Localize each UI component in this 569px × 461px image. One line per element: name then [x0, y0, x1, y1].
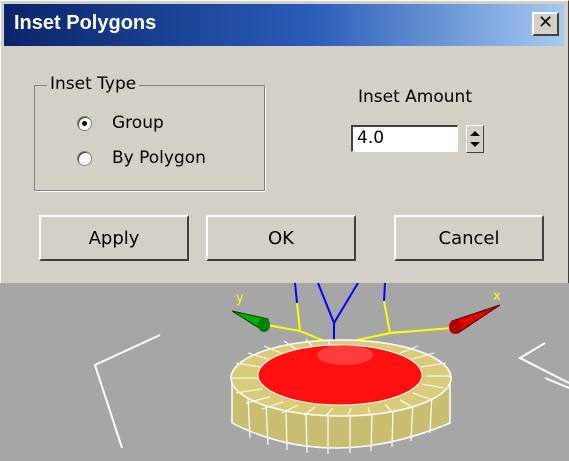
- spinner-up-icon[interactable]: [470, 131, 480, 136]
- y-axis-label: y: [236, 291, 244, 306]
- viewport-scene: y x: [93, 283, 569, 454]
- by-polygon-radio[interactable]: [77, 150, 92, 166]
- ok-button-label: OK: [268, 227, 294, 249]
- ok-button[interactable]: OK: [206, 215, 356, 261]
- close-icon: ✕: [537, 12, 554, 33]
- transform-gizmo: [266, 283, 453, 346]
- group-radio-label[interactable]: Group: [112, 113, 164, 133]
- inset-type-group: Inset Type Group By Polygon: [34, 74, 265, 191]
- cancel-button-label: Cancel: [438, 227, 500, 249]
- inset-type-label: Inset Type: [47, 74, 140, 94]
- inset-amount-label: Inset Amount: [358, 87, 472, 107]
- radio-option-group[interactable]: Group: [77, 111, 164, 135]
- spinner-down-icon[interactable]: [470, 142, 480, 147]
- title-bar[interactable]: Inset Polygons ✕: [4, 4, 564, 46]
- inset-amount-input[interactable]: [353, 127, 447, 149]
- group-radio[interactable]: [77, 115, 92, 131]
- by-polygon-radio-label[interactable]: By Polygon: [112, 148, 206, 168]
- cancel-button[interactable]: Cancel: [394, 215, 544, 261]
- cylinder-mesh: [230, 338, 452, 454]
- inset-amount-spinner[interactable]: [466, 125, 484, 153]
- x-axis-label: x: [493, 289, 501, 304]
- dialog-title: Inset Polygons: [14, 12, 157, 34]
- radio-option-by-polygon[interactable]: By Polygon: [77, 146, 206, 170]
- apply-button-label: Apply: [88, 227, 140, 249]
- apply-button[interactable]: Apply: [39, 215, 189, 261]
- x-axis-arrow: x: [449, 289, 501, 334]
- y-axis-arrow: y: [231, 291, 270, 332]
- inset-amount-field[interactable]: [351, 125, 458, 152]
- inset-polygons-dialog: Inset Polygons ✕ Inset Type Group By Pol…: [0, 0, 569, 283]
- viewport-3d[interactable]: y x: [0, 283, 569, 461]
- close-button[interactable]: ✕: [532, 12, 559, 36]
